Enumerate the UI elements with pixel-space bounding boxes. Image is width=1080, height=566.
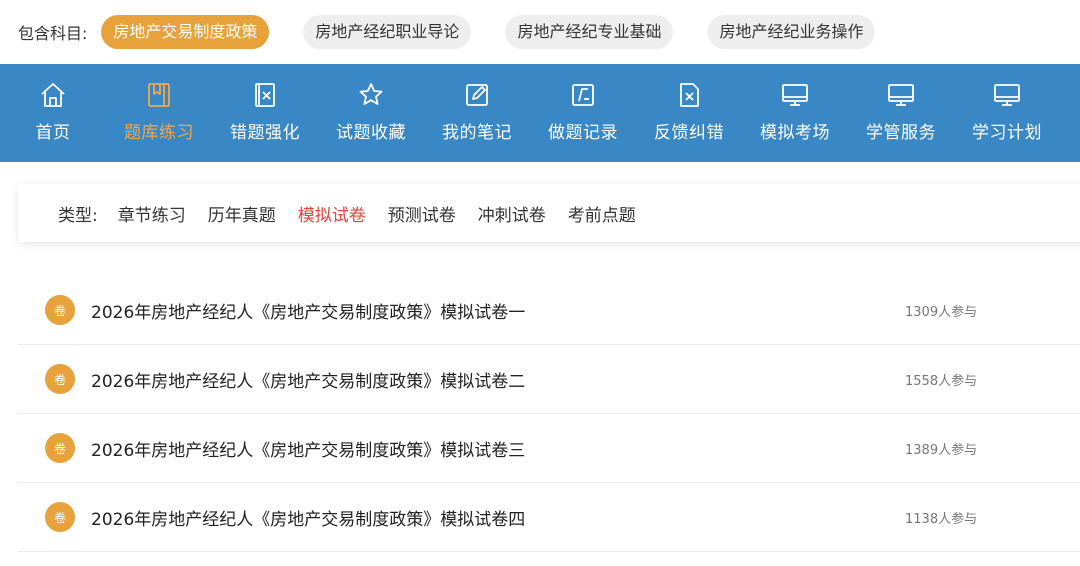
paper-row[interactable]: 卷 2026年房地产经纪人《房地产交易制度政策》模拟试卷四 1138人参与: [18, 483, 1080, 552]
nav-label: 做题记录: [548, 123, 618, 143]
paper-badge: 卷: [45, 295, 75, 325]
book-icon: [148, 83, 170, 107]
subject-chip-trade-policy[interactable]: 房地产交易制度政策: [101, 15, 270, 49]
monitor-icon: [782, 84, 808, 106]
home-icon: [41, 83, 65, 107]
type-chapter-practice[interactable]: 章节练习: [118, 201, 186, 226]
nav-label: 题库练习: [124, 123, 194, 143]
nav-label: 首页: [35, 123, 71, 143]
nav-item-records[interactable]: 做题记录: [530, 64, 636, 162]
type-pre-exam-tips[interactable]: 考前点题: [568, 201, 636, 226]
star-icon: [359, 83, 383, 105]
type-past-exams[interactable]: 历年真题: [208, 201, 276, 226]
feedback-icon: [680, 83, 699, 107]
subject-bar: 包含科目: 房地产交易制度政策 房地产经纪职业导论 房地产经纪专业基础 房地产经…: [0, 0, 1080, 64]
paper-badge: 卷: [45, 364, 75, 394]
type-filter-bar: 类型: 章节练习 历年真题 模拟试卷 预测试卷 冲刺试卷 考前点题: [18, 184, 1080, 242]
monitor-icon: [888, 84, 914, 106]
paper-badge: 卷: [45, 502, 75, 532]
nav-item-question-bank[interactable]: 题库练习: [106, 64, 212, 162]
paper-badge: 卷: [45, 433, 75, 463]
participant-count: 1309人参与: [905, 304, 978, 320]
paper-title[interactable]: 2026年房地产经纪人《房地产交易制度政策》模拟试卷二: [91, 367, 525, 392]
type-sprint-papers[interactable]: 冲刺试卷: [478, 201, 546, 226]
nav-label: 试题收藏: [336, 123, 406, 143]
nav-label: 学管服务: [866, 123, 936, 143]
nav-label: 模拟考场: [760, 123, 830, 143]
participant-count: 1138人参与: [905, 511, 978, 527]
nav-item-feedback[interactable]: 反馈纠错: [636, 64, 742, 162]
paper-title[interactable]: 2026年房地产经纪人《房地产交易制度政策》模拟试卷四: [91, 505, 525, 530]
participant-count: 1389人参与: [905, 442, 978, 458]
subject-chip-business-operation[interactable]: 房地产经纪业务操作: [707, 15, 876, 49]
paper-row[interactable]: 卷 2026年房地产经纪人《房地产交易制度政策》模拟试卷一 1309人参与: [18, 276, 1080, 345]
nav-item-study-service[interactable]: 学管服务: [848, 64, 954, 162]
main-nav: 首页 题库练习 错题强化 试题收藏 我的笔记 做题记录 反馈纠错 模拟考场 学管…: [0, 64, 1080, 162]
subject-chip-professional-basics[interactable]: 房地产经纪专业基础: [505, 15, 674, 49]
paper-row[interactable]: 卷 2026年房地产经纪人《房地产交易制度政策》模拟试卷三 1389人参与: [18, 414, 1080, 483]
nav-item-study-plan[interactable]: 学习计划: [954, 64, 1060, 162]
nav-label: 学习计划: [972, 123, 1042, 143]
wrong-questions-icon: [255, 83, 275, 107]
nav-label: 错题强化: [230, 123, 300, 143]
nav-item-notes[interactable]: 我的笔记: [424, 64, 530, 162]
record-icon: [572, 84, 594, 106]
type-mock-papers[interactable]: 模拟试卷: [298, 201, 366, 226]
nav-label: 我的笔记: [442, 123, 512, 143]
monitor-icon: [994, 84, 1020, 106]
paper-row[interactable]: 卷 2026年房地产经纪人《房地产交易制度政策》模拟试卷二 1558人参与: [18, 345, 1080, 414]
paper-title[interactable]: 2026年房地产经纪人《房地产交易制度政策》模拟试卷三: [91, 436, 525, 461]
nav-item-mock-exam[interactable]: 模拟考场: [742, 64, 848, 162]
type-label: 类型:: [58, 205, 98, 226]
subject-label: 包含科目:: [18, 24, 88, 43]
nav-item-home[interactable]: 首页: [0, 64, 106, 162]
nav-label: 反馈纠错: [654, 123, 724, 143]
participant-count: 1558人参与: [905, 373, 978, 389]
nav-item-wrong-questions[interactable]: 错题强化: [212, 64, 318, 162]
paper-list: 卷 2026年房地产经纪人《房地产交易制度政策》模拟试卷一 1309人参与 卷 …: [18, 276, 1080, 552]
type-prediction-papers[interactable]: 预测试卷: [388, 201, 456, 226]
subject-chip-career-intro[interactable]: 房地产经纪职业导论: [303, 15, 472, 49]
paper-title[interactable]: 2026年房地产经纪人《房地产交易制度政策》模拟试卷一: [91, 298, 525, 323]
nav-item-favorites[interactable]: 试题收藏: [318, 64, 424, 162]
note-icon: [466, 84, 488, 106]
